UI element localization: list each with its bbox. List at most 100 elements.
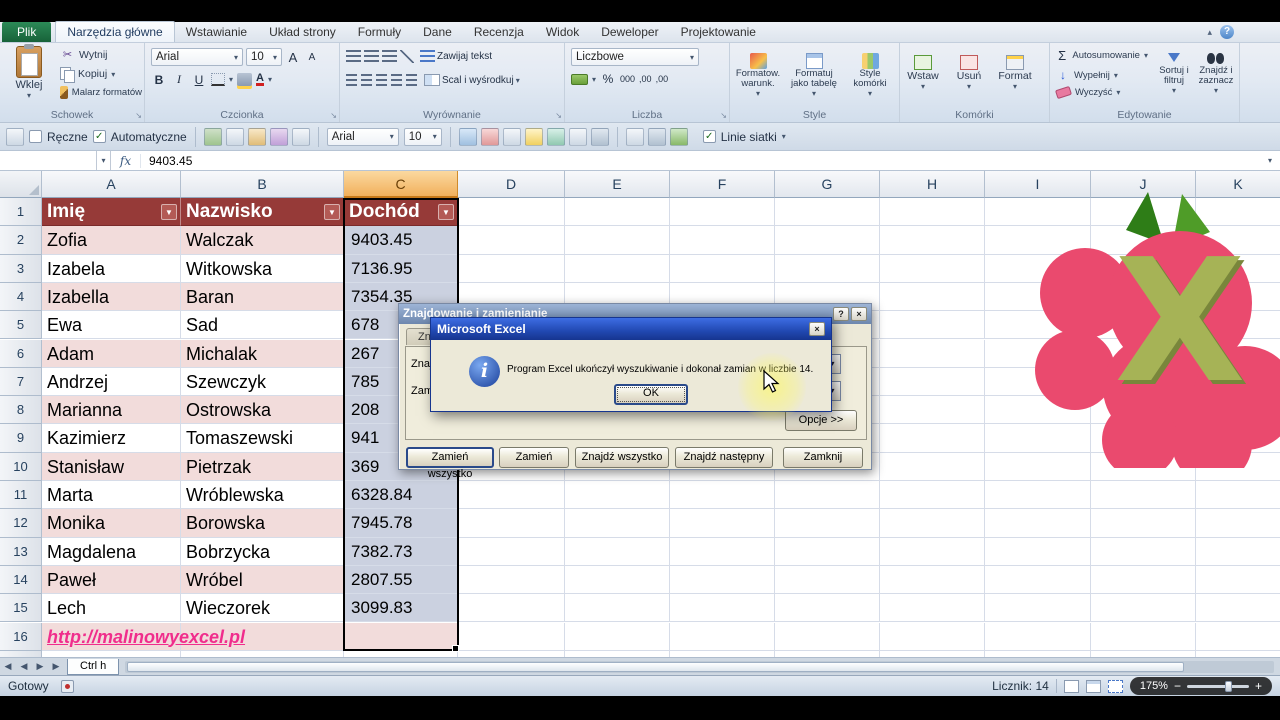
column-header-C[interactable]: C	[344, 171, 458, 198]
comma-style-button[interactable]: 000	[620, 74, 635, 84]
prev-sheet-icon[interactable]: ◀	[16, 661, 32, 672]
cell-D2[interactable]	[458, 226, 565, 254]
cell-J12[interactable]	[1091, 509, 1196, 537]
format-painter-button[interactable]: Malarz formatów	[58, 85, 144, 100]
cell-E14[interactable]	[565, 566, 670, 594]
cell-K2[interactable]	[1196, 226, 1280, 254]
column-header-B[interactable]: B	[181, 171, 344, 198]
cell-K14[interactable]	[1196, 566, 1280, 594]
cell-H7[interactable]	[880, 368, 985, 396]
cell-B3[interactable]: Witkowska	[181, 255, 344, 283]
cell-F14[interactable]	[670, 566, 775, 594]
toolbar-icon[interactable]	[459, 128, 477, 146]
ribbon-tab-0[interactable]: Plik	[2, 22, 51, 42]
orientation-icon[interactable]	[400, 50, 414, 63]
cell-A8[interactable]: Marianna	[42, 396, 181, 424]
row-header-3[interactable]: 3	[0, 255, 42, 283]
cell-I5[interactable]	[985, 311, 1091, 339]
dialog-launcher-icon[interactable]: ↘	[555, 112, 562, 120]
find-dialog-button-3[interactable]: Znajdź następny	[675, 447, 773, 468]
cell-C3[interactable]: 7136.95	[344, 255, 458, 283]
page-break-view-icon[interactable]	[1108, 680, 1123, 693]
zoom-in-button[interactable]: +	[1255, 680, 1262, 692]
cell-I1[interactable]	[985, 198, 1091, 226]
cell-J2[interactable]	[1091, 226, 1196, 254]
decrease-decimal-button[interactable]: ,00	[656, 74, 669, 84]
cell-C11[interactable]: 6328.84	[344, 481, 458, 509]
column-header-A[interactable]: A	[42, 171, 181, 198]
cell-B15[interactable]: Wieczorek	[181, 594, 344, 622]
name-box[interactable]	[0, 151, 97, 170]
cell-K1[interactable]	[1196, 198, 1280, 226]
find-dialog-button-1[interactable]: Zamień	[499, 447, 569, 468]
cell-J15[interactable]	[1091, 594, 1196, 622]
column-header-K[interactable]: K	[1196, 171, 1280, 198]
cell-E12[interactable]	[565, 509, 670, 537]
horizontal-scrollbar-thumb[interactable]	[127, 662, 1184, 672]
cell-E11[interactable]	[565, 481, 670, 509]
cell-K5[interactable]	[1196, 311, 1280, 339]
row-header-5[interactable]: 5	[0, 311, 42, 339]
cell-A6[interactable]: Adam	[42, 340, 181, 368]
cell-H11[interactable]	[880, 481, 985, 509]
toolbar-icon[interactable]	[525, 128, 543, 146]
toolbar-icon[interactable]	[591, 128, 609, 146]
cell-G3[interactable]	[775, 255, 880, 283]
cell-A16[interactable]: http://malinowyexcel.pl	[42, 623, 181, 651]
cell-A5[interactable]: Ewa	[42, 311, 181, 339]
zoom-slider[interactable]	[1187, 685, 1249, 688]
cell-G12[interactable]	[775, 509, 880, 537]
macro-record-icon[interactable]	[61, 680, 74, 693]
cell-G1[interactable]	[775, 198, 880, 226]
expand-formula-bar-icon[interactable]: ▾	[1268, 156, 1280, 165]
cell-J3[interactable]	[1091, 255, 1196, 283]
toolbar-icon[interactable]	[670, 128, 688, 146]
cell-A7[interactable]: Andrzej	[42, 368, 181, 396]
paste-button[interactable]: Wklej ▾	[3, 46, 55, 100]
toolbar-icon[interactable]	[648, 128, 666, 146]
row-header-7[interactable]: 7	[0, 368, 42, 396]
cell-D14[interactable]	[458, 566, 565, 594]
cell-J1[interactable]	[1091, 198, 1196, 226]
cell-I7[interactable]	[985, 368, 1091, 396]
toolbar-icon[interactable]	[292, 128, 310, 146]
column-header-J[interactable]: J	[1091, 171, 1196, 198]
align-middle-icon[interactable]	[364, 50, 379, 62]
cell-C1[interactable]: Dochód▼	[344, 198, 458, 226]
cell-H4[interactable]	[880, 283, 985, 311]
ribbon-tab-9[interactable]: Projektowanie	[670, 22, 767, 42]
cell-H10[interactable]	[880, 453, 985, 481]
manual-calc-checkbox[interactable]	[29, 130, 42, 143]
toolbar-icon[interactable]	[270, 128, 288, 146]
cell-H1[interactable]	[880, 198, 985, 226]
toolbar-icon[interactable]	[481, 128, 499, 146]
ribbon-tab-6[interactable]: Recenzja	[463, 22, 535, 42]
fill-color-icon[interactable]	[237, 73, 252, 86]
grow-font-button[interactable]: A	[285, 50, 301, 65]
increase-decimal-button[interactable]: ,00	[639, 74, 652, 84]
bold-button[interactable]: B	[151, 73, 167, 87]
increase-indent-icon[interactable]	[406, 74, 417, 86]
cell-K13[interactable]	[1196, 538, 1280, 566]
cell-I11[interactable]	[985, 481, 1091, 509]
cell-D12[interactable]	[458, 509, 565, 537]
cell-I15[interactable]	[985, 594, 1091, 622]
cell-H6[interactable]	[880, 340, 985, 368]
cell-K15[interactable]	[1196, 594, 1280, 622]
align-right-icon[interactable]	[376, 74, 387, 86]
name-box-dropdown-icon[interactable]: ▾	[97, 151, 111, 170]
message-box-titlebar[interactable]: Microsoft Excel ×	[431, 318, 831, 340]
dialog-launcher-icon[interactable]: ↘	[720, 112, 727, 120]
cell-H3[interactable]	[880, 255, 985, 283]
row-header-16[interactable]: 16	[0, 623, 42, 651]
cell-G11[interactable]	[775, 481, 880, 509]
find-select-button[interactable]: Znajdź i zaznacz ▾	[1194, 45, 1238, 96]
column-header-F[interactable]: F	[670, 171, 775, 198]
align-left-icon[interactable]	[346, 74, 357, 86]
font-color-icon[interactable]: A	[256, 73, 264, 86]
cell-B1[interactable]: Nazwisko▼	[181, 198, 344, 226]
cell-F11[interactable]	[670, 481, 775, 509]
find-dialog-button-4[interactable]: Zamknij	[783, 447, 863, 468]
align-bottom-icon[interactable]	[382, 50, 397, 62]
shrink-font-button[interactable]: A	[304, 52, 320, 63]
